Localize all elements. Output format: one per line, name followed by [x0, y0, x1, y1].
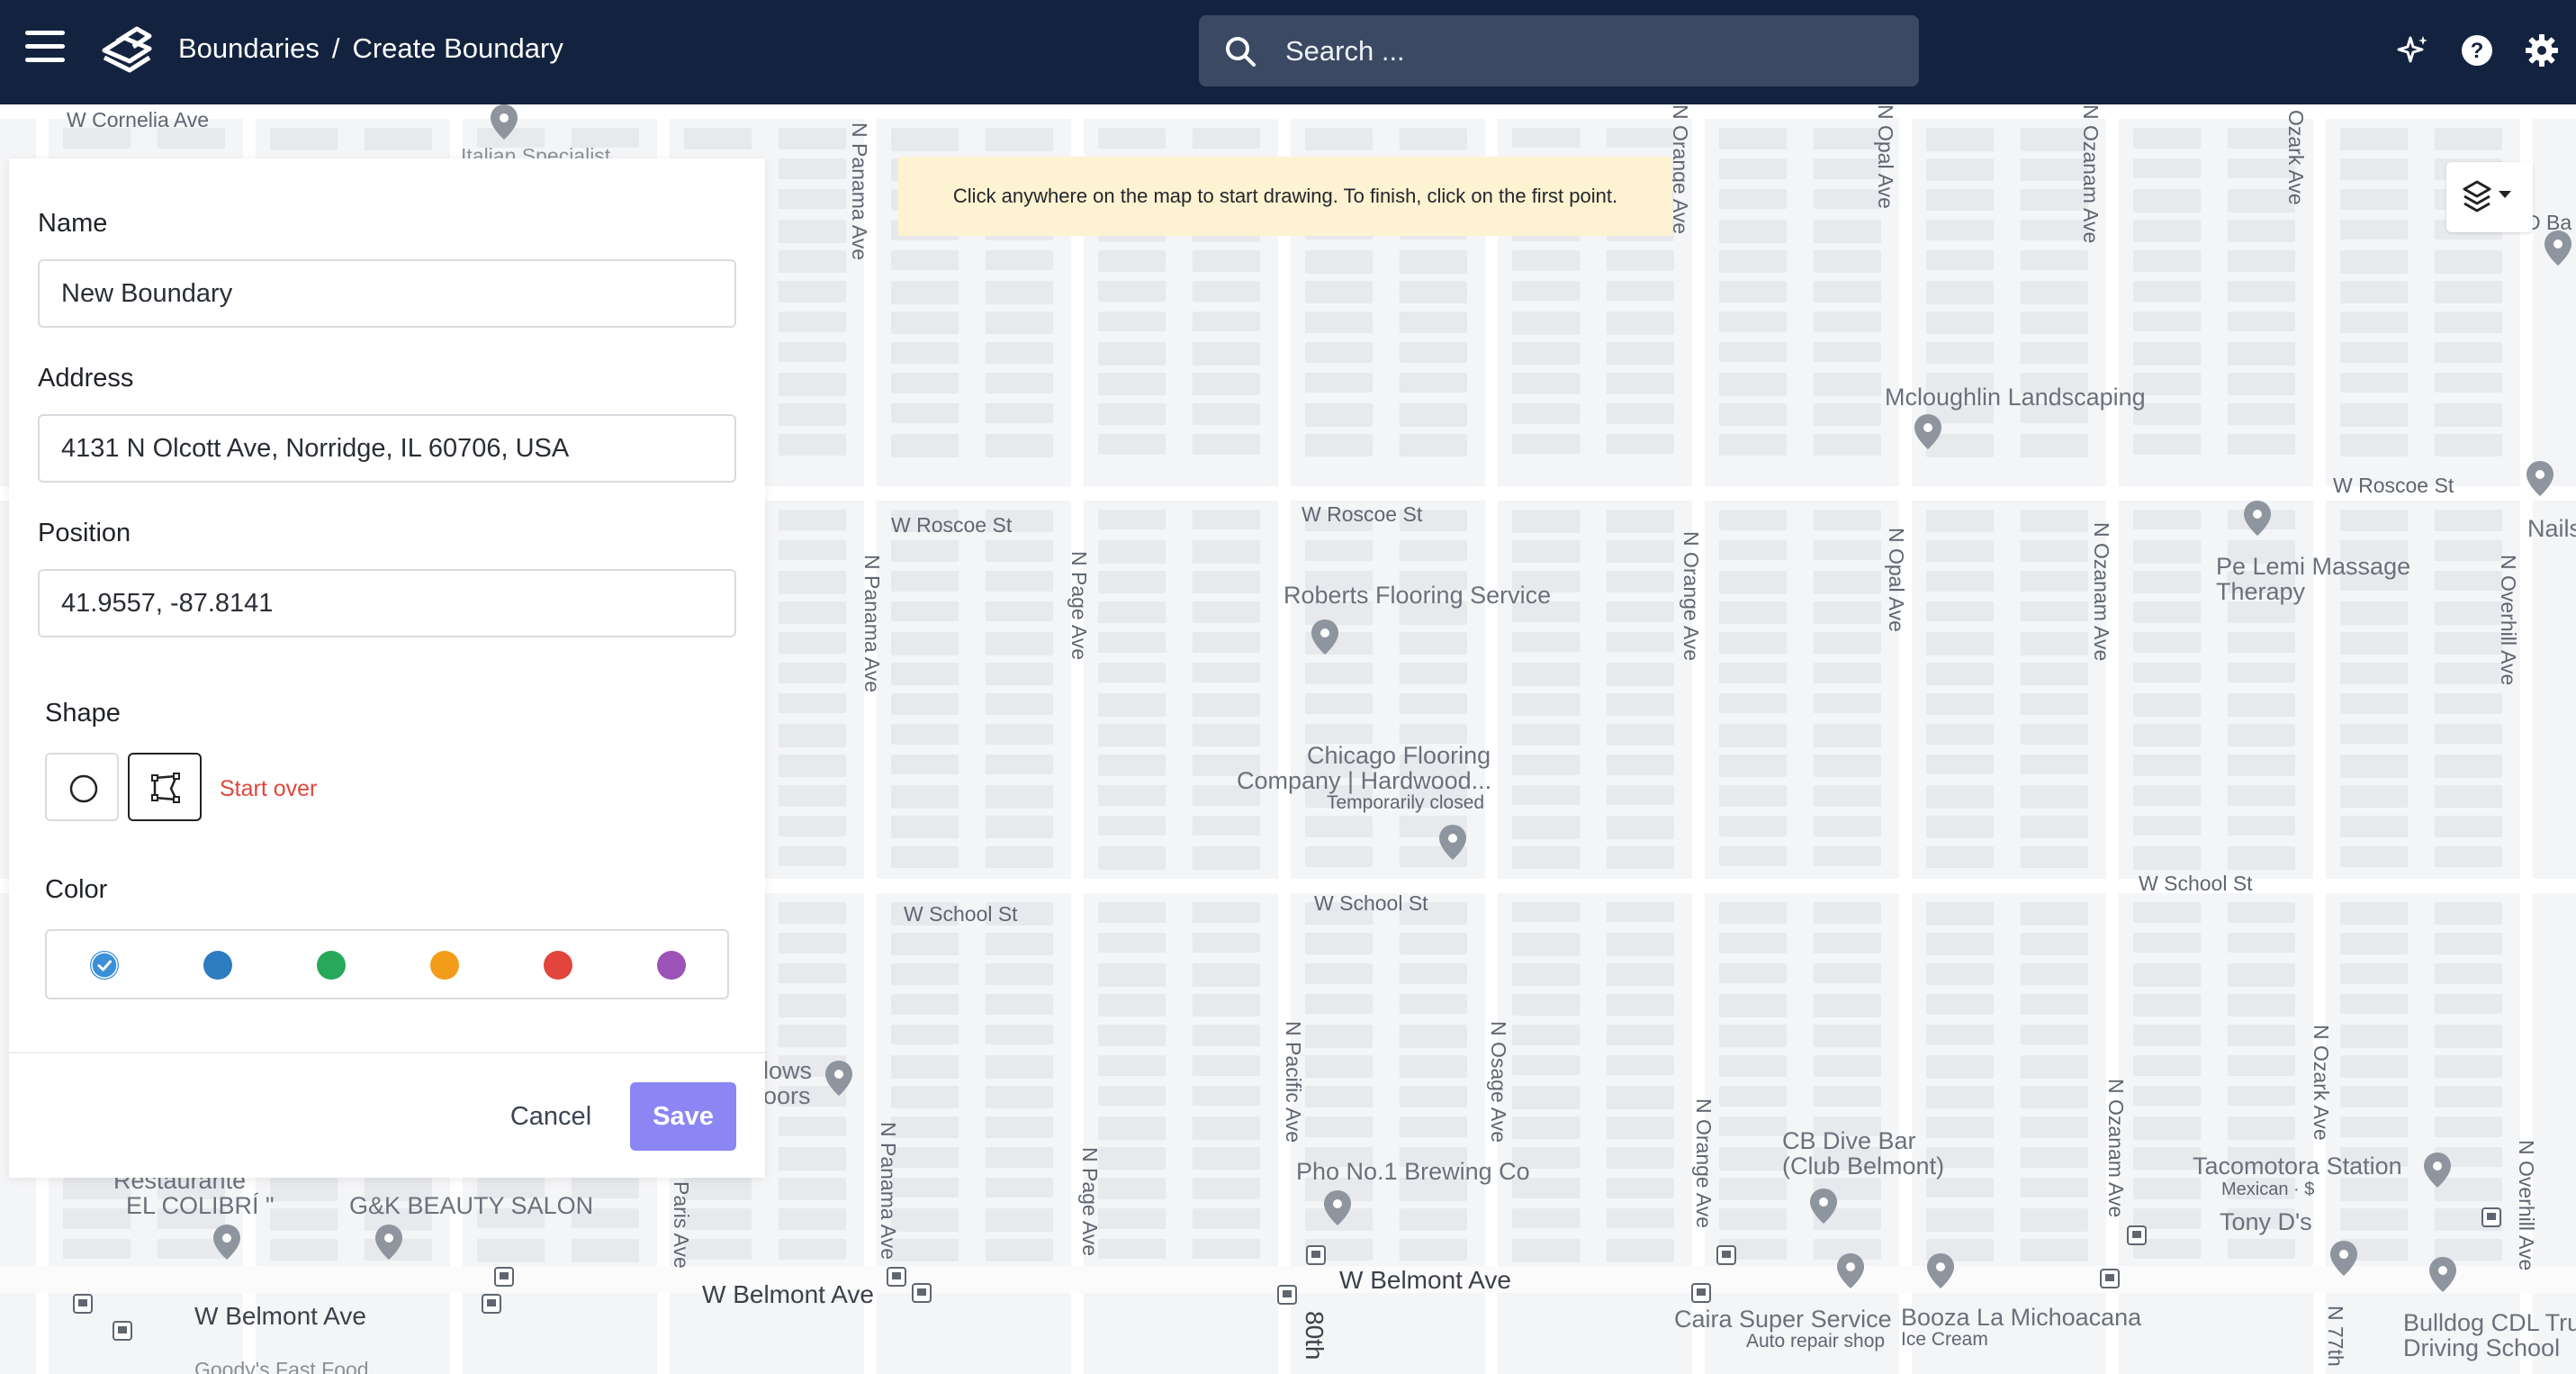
map-label: Pho No.1 Brewing Co	[1296, 1158, 1530, 1185]
hamburger-menu-icon[interactable]	[25, 29, 67, 65]
shape-label: Shape	[45, 699, 121, 728]
map-label: Ozark Ave	[2284, 110, 2308, 205]
sparkle-icon[interactable]	[2394, 32, 2430, 68]
map-label: Mcloughlin Landscaping	[1885, 384, 2146, 411]
map-label: N Ozanam Ave	[2079, 104, 2103, 244]
map-label: Booza La Michoacana	[1901, 1304, 2142, 1331]
map-label: N Page Ave	[1067, 551, 1091, 661]
circle-shape-icon	[69, 774, 98, 803]
breadcrumb-parent[interactable]: Boundaries	[178, 32, 320, 65]
position-label: Position	[38, 519, 131, 547]
map-label: EL COLIBRÍ "	[126, 1192, 275, 1219]
start-over-link[interactable]: Start over	[220, 776, 317, 802]
color-swatch-green[interactable]	[317, 951, 346, 980]
map-label: Goody's Fast Food	[194, 1358, 369, 1374]
color-swatch-dark-blue[interactable]	[203, 951, 232, 980]
color-swatch-blue-selected[interactable]	[90, 951, 119, 980]
map-label: N Opal Ave	[1885, 528, 1908, 632]
map-label: Auto repair shop	[1746, 1331, 1886, 1351]
map-label: N Orange Ave	[1680, 531, 1703, 662]
map-label: N Page Ave	[1078, 1147, 1102, 1257]
map-label: N Panama Ave	[860, 555, 884, 693]
map-label: N Panama Ave	[877, 1122, 900, 1261]
circle-shape-button[interactable]	[45, 753, 119, 821]
search-input[interactable]	[1285, 15, 1897, 86]
map-label: N Panama Ave	[848, 122, 871, 261]
top-bar: Boundaries / Create Boundary ?	[0, 0, 2576, 104]
map-label: CB Dive Bar	[1782, 1127, 1916, 1154]
map-label: Temporarily closed	[1327, 792, 1485, 813]
map-label: (Club Belmont)	[1782, 1153, 1945, 1180]
name-input[interactable]	[38, 259, 736, 328]
svg-text:?: ?	[2471, 39, 2484, 63]
map-layers-button[interactable]	[2446, 162, 2533, 232]
map-label: Roberts Flooring Service	[1283, 582, 1552, 609]
map-label: N 77th	[2324, 1306, 2347, 1367]
color-picker	[45, 929, 729, 999]
color-swatch-purple[interactable]	[657, 951, 686, 980]
map-label: Caira Super Service	[1674, 1306, 1892, 1333]
map-label: G&K BEAUTY SALON	[349, 1192, 594, 1219]
map-label: W School St	[2139, 872, 2253, 895]
address-input[interactable]	[38, 414, 736, 483]
map-label: Tony D's	[2220, 1208, 2312, 1235]
layers-icon	[2463, 180, 2511, 212]
map-label: N Ozanam Ave	[2090, 522, 2113, 662]
map-label: N Overhill Ave	[2515, 1140, 2538, 1271]
map-label: Therapy	[2216, 578, 2306, 605]
map-label: W Roscoe St	[2333, 474, 2454, 497]
position-input[interactable]	[38, 569, 736, 637]
map-label: Ice Cream	[1901, 1329, 1988, 1350]
map-label: W Cornelia Ave	[67, 108, 210, 131]
map-label: N Osage Ave	[1487, 1021, 1510, 1143]
color-swatch-orange[interactable]	[430, 951, 459, 980]
map-label: N Ozark Ave	[2310, 1025, 2333, 1141]
map-label: Paris Ave	[670, 1181, 693, 1269]
map-label: Chicago Flooring	[1307, 742, 1491, 769]
drawing-hint-banner: Click anywhere on the map to start drawi…	[898, 157, 1672, 236]
map-label: W Roscoe St	[1302, 502, 1423, 526]
app-logo-icon[interactable]	[97, 18, 157, 77]
map-label: Tacomotora Station	[2193, 1153, 2402, 1180]
address-label: Address	[38, 364, 134, 393]
map-label: N Overhill Ave	[2497, 555, 2520, 686]
form-divider	[9, 1052, 765, 1053]
help-icon[interactable]: ?	[2459, 32, 2495, 68]
map-label: W Belmont Ave	[702, 1280, 874, 1308]
check-icon	[91, 952, 118, 979]
map-label: Company | Hardwood...	[1237, 767, 1492, 794]
color-swatch-red[interactable]	[544, 951, 572, 980]
map-label: Mexican · $	[2221, 1180, 2315, 1199]
gear-icon[interactable]	[2524, 32, 2560, 68]
create-boundary-form: Name Address Position Shape Start over C…	[9, 158, 765, 1178]
map-label: Nails	[2527, 515, 2576, 542]
save-button[interactable]: Save	[630, 1082, 736, 1151]
map-label: N Pacific Ave	[1282, 1021, 1305, 1143]
map-label: N Opal Ave	[1874, 104, 1897, 209]
breadcrumb-current: Create Boundary	[352, 32, 563, 64]
polygon-shape-icon	[151, 773, 180, 803]
map-label: Pe Lemi Massage	[2216, 553, 2411, 580]
color-label: Color	[45, 875, 108, 904]
map-label: Bulldog CDL Tru	[2403, 1309, 2576, 1336]
map-label: 80th	[1301, 1311, 1329, 1360]
map-label: Driving School	[2403, 1334, 2561, 1361]
map-label: N Ozanam Ave	[2104, 1079, 2128, 1218]
map-label: W Roscoe St	[891, 513, 1013, 537]
breadcrumb-separator: /	[331, 32, 340, 64]
map-label: oors	[763, 1082, 811, 1109]
map-label: W School St	[1314, 891, 1428, 915]
polygon-shape-button[interactable]	[128, 753, 202, 821]
breadcrumb: Boundaries / Create Boundary	[178, 32, 563, 65]
search-box[interactable]	[1199, 15, 1919, 86]
search-icon	[1226, 37, 1256, 67]
map-label: W School St	[904, 902, 1018, 926]
chevron-down-icon	[2499, 191, 2511, 198]
name-label: Name	[38, 209, 108, 238]
map-label: W Belmont Ave	[1339, 1266, 1511, 1294]
cancel-button[interactable]: Cancel	[500, 1082, 601, 1151]
map-label: W Belmont Ave	[194, 1302, 366, 1330]
map-label: lows	[763, 1057, 813, 1084]
map-label: N Orange Ave	[1692, 1098, 1716, 1229]
